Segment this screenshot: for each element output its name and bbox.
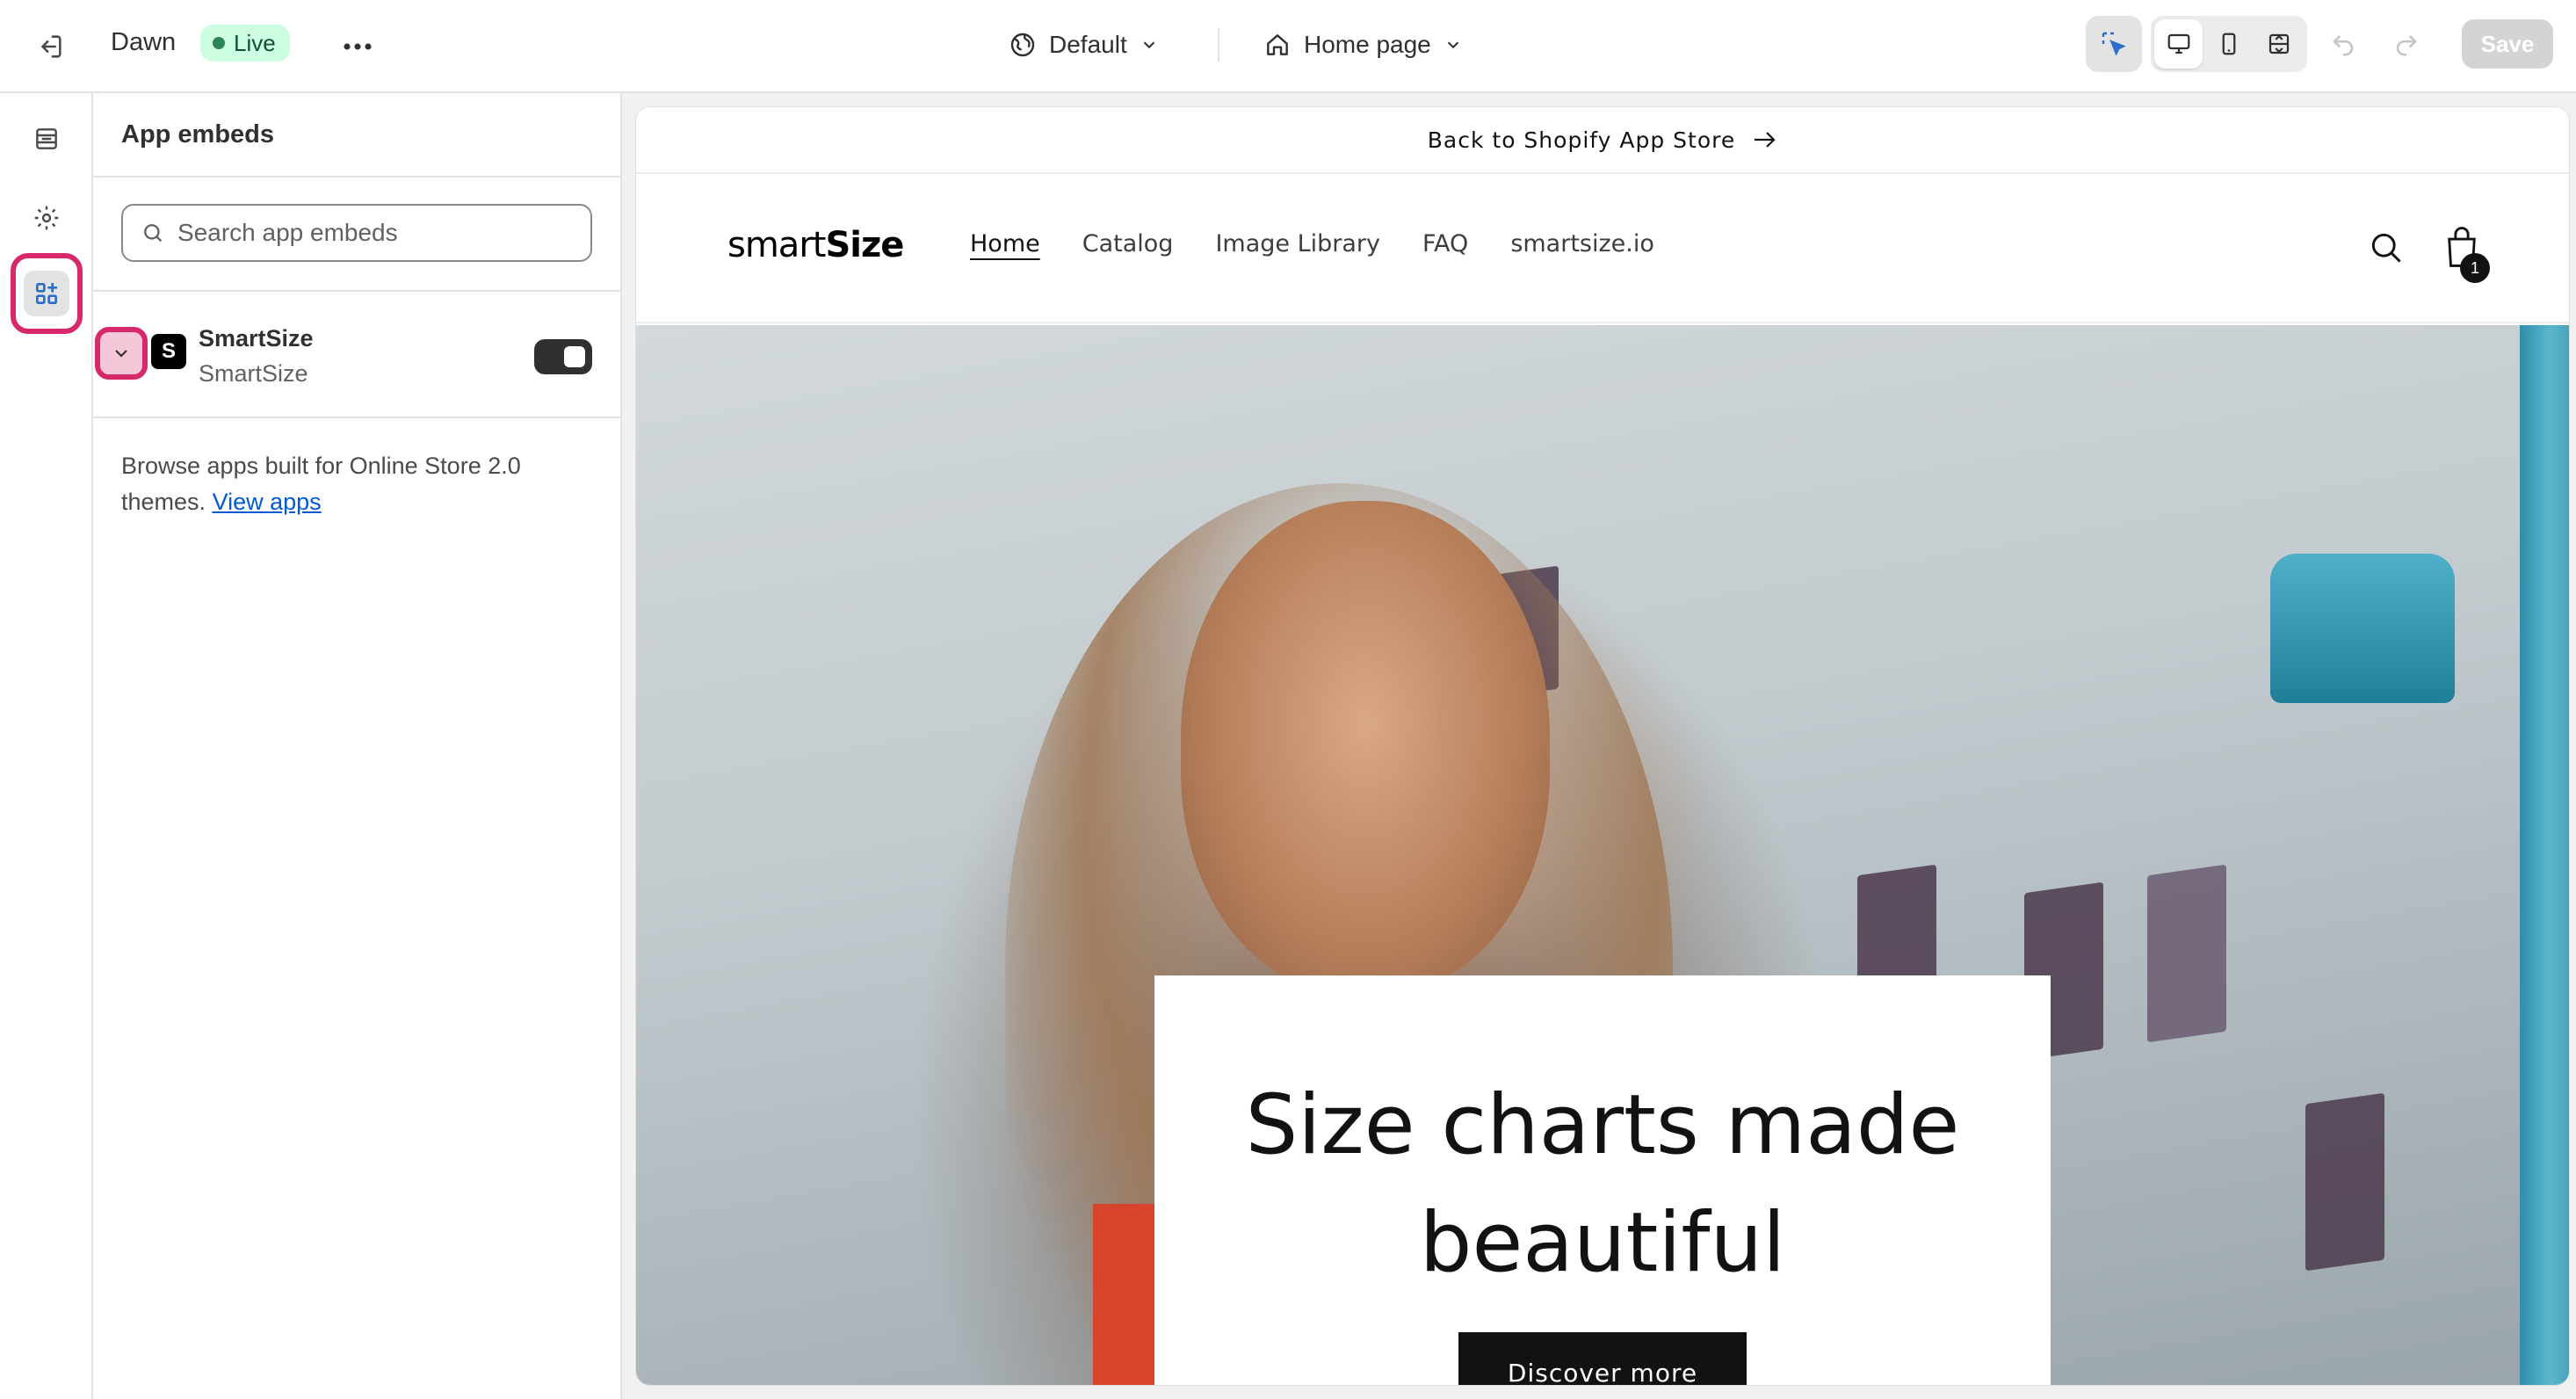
store-search-button[interactable] — [2367, 228, 2406, 272]
market-selector[interactable]: Default — [1009, 21, 1159, 69]
sections-rail-button[interactable] — [24, 116, 69, 162]
hero-text-card: Size charts made beautiful Discover more — [1154, 975, 2051, 1385]
smartsize-app-logo: S — [151, 334, 186, 369]
more-actions-button[interactable] — [337, 26, 378, 67]
exit-button[interactable] — [30, 26, 70, 67]
exit-icon — [41, 35, 62, 58]
live-status-badge: Live — [200, 25, 290, 62]
chevron-down-icon — [1447, 41, 1458, 49]
globe-icon — [1010, 33, 1035, 57]
live-status-label: Live — [234, 29, 276, 56]
discover-more-button[interactable]: Discover more — [1458, 1332, 1747, 1385]
storefront-preview: Back to Shopify App Store smartSize Home… — [636, 107, 2569, 1385]
fullscreen-icon — [2269, 33, 2290, 54]
panel-search-section — [93, 178, 620, 292]
hero-ride-car — [2270, 554, 2455, 703]
hero-portrait — [1181, 501, 1550, 993]
nav-item-catalog[interactable]: Catalog — [1082, 230, 1174, 257]
theme-settings-rail-button[interactable] — [24, 195, 69, 241]
nav-item-image-library[interactable]: Image Library — [1215, 230, 1380, 257]
app-embed-row: S SmartSize SmartSize — [93, 292, 620, 418]
nav-item-home[interactable]: Home — [970, 230, 1040, 257]
nav-item-smartsize-io[interactable]: smartsize.io — [1510, 230, 1654, 257]
editor-sidebar-rail — [0, 93, 93, 1399]
sections-icon — [36, 128, 57, 149]
arrow-right-icon — [1755, 132, 1776, 148]
chevron-down-icon — [1143, 41, 1154, 49]
chevron-down-icon — [115, 350, 127, 358]
search-input[interactable] — [177, 219, 564, 247]
store-logo-suffix: Size — [825, 225, 904, 265]
hero-banner: Size charts made beautiful Discover more — [636, 325, 2569, 1385]
view-apps-link[interactable]: View apps — [213, 489, 322, 515]
hero-flag — [2305, 1092, 2384, 1272]
market-label: Default — [1049, 31, 1127, 58]
store-nav: Home Catalog Image Library FAQ smartsize… — [970, 230, 1654, 257]
redo-button[interactable] — [2386, 25, 2427, 65]
announcement-text: Back to Shopify App Store — [1427, 127, 1736, 153]
search-icon — [2371, 233, 2401, 263]
hero-title: Size charts made beautiful — [1245, 1077, 1960, 1291]
toggle-knob — [564, 346, 585, 367]
app-embeds-panel: App embeds S SmartSize SmartSize Browse … — [93, 93, 622, 1399]
undo-icon — [2333, 35, 2354, 56]
mobile-icon — [2222, 33, 2236, 55]
home-icon — [1267, 34, 1288, 55]
cart-count-badge: 1 — [2460, 253, 2490, 283]
page-label: Home page — [1304, 31, 1431, 58]
announcement-bar[interactable]: Back to Shopify App Store — [636, 107, 2569, 174]
save-button[interactable]: Save — [2462, 19, 2553, 69]
desktop-icon — [2167, 33, 2190, 54]
browse-apps-text: Browse apps built for Online Store 2.0 t… — [93, 418, 620, 550]
page-selector[interactable]: Home page — [1263, 21, 1463, 69]
app-logo-letter: S — [161, 339, 176, 363]
desktop-view-button[interactable] — [2154, 19, 2203, 69]
panel-title: App embeds — [93, 93, 620, 178]
store-logo-prefix: smart — [727, 225, 826, 265]
redo-icon — [2396, 35, 2417, 56]
mobile-view-button[interactable] — [2204, 19, 2253, 69]
inspector-cursor-icon — [2102, 32, 2126, 56]
hero-flag — [2147, 864, 2226, 1043]
undo-button[interactable] — [2323, 25, 2363, 65]
search-icon — [144, 224, 163, 243]
app-embeds-rail-button[interactable] — [24, 271, 69, 316]
store-logo[interactable]: smartSize — [727, 225, 904, 265]
viewport-toggle-group — [2151, 16, 2307, 72]
gear-icon — [34, 206, 59, 230]
app-name: SmartSize — [199, 325, 314, 352]
store-header: smartSize Home Catalog Image Library FAQ… — [636, 174, 2569, 323]
app-embed-icon — [35, 283, 57, 304]
editor-topbar: Dawn Live Default Home page Save — [0, 0, 2576, 93]
app-embed-toggle[interactable] — [534, 339, 592, 374]
more-horizontal-icon — [344, 43, 372, 50]
app-subtitle: SmartSize — [199, 360, 308, 387]
theme-name: Dawn — [111, 28, 177, 56]
hero-pole — [2520, 325, 2569, 1385]
inspector-button[interactable] — [2086, 16, 2142, 72]
status-dot-icon — [213, 37, 225, 49]
nav-item-faq[interactable]: FAQ — [1422, 230, 1468, 257]
expand-app-button[interactable] — [95, 327, 148, 380]
fullscreen-view-button[interactable] — [2255, 19, 2304, 69]
topbar-divider — [1218, 28, 1219, 62]
search-field[interactable] — [121, 204, 592, 262]
